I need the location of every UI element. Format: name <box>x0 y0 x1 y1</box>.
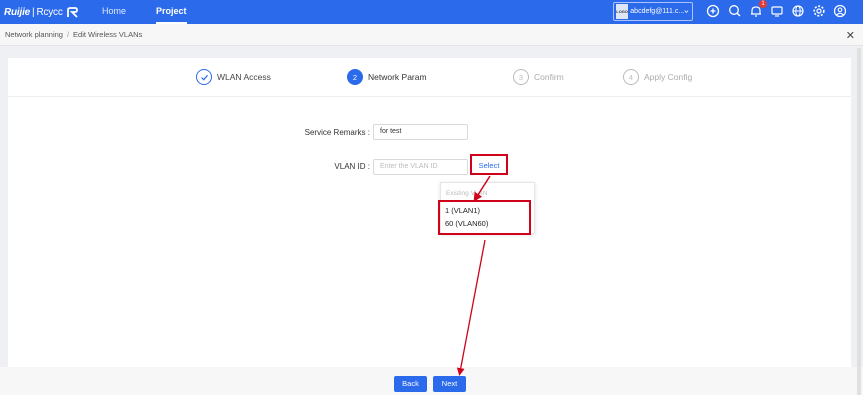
step-number: 2 <box>347 69 363 85</box>
dropdown-header: Existing VLAN <box>446 190 488 197</box>
nav-project[interactable]: Project <box>156 0 187 24</box>
logo-product: Rcycc <box>36 6 63 18</box>
step-label: Apply Config <box>644 72 693 82</box>
step-label: Confirm <box>534 72 564 82</box>
step-check-icon <box>196 69 212 85</box>
notification-badge: 1 <box>759 0 767 8</box>
scrollbar[interactable] <box>857 48 861 395</box>
step-network-param: 2 Network Param <box>347 68 427 86</box>
options-highlight-box <box>438 200 531 235</box>
vlan-id-input[interactable]: Enter the VLAN ID <box>373 159 468 175</box>
breadcrumb-current: Edit Wireless VLANs <box>73 30 143 39</box>
step-apply-config: 4 Apply Config <box>623 68 692 86</box>
steps-divider <box>8 96 851 97</box>
message-icon[interactable] <box>770 4 784 18</box>
vlan-id-label: VLAN ID : <box>334 162 370 171</box>
service-remarks-input[interactable]: for test <box>373 124 468 140</box>
chevron-down-icon <box>684 10 689 14</box>
breadcrumb-separator: / <box>66 30 70 39</box>
next-button[interactable]: Next <box>433 376 466 392</box>
nav-home[interactable]: Home <box>102 0 126 24</box>
search-icon[interactable] <box>728 4 742 18</box>
logo-separator: | <box>32 6 35 18</box>
account-switcher[interactable]: LOGO abcdefg@111.c... <box>613 2 693 21</box>
close-icon[interactable]: ✕ <box>846 29 855 42</box>
main-panel <box>8 58 851 367</box>
globe-icon[interactable] <box>791 4 805 18</box>
step-confirm: 3 Confirm <box>513 68 564 86</box>
step-label: Network Param <box>368 72 427 82</box>
back-button[interactable]: Back <box>394 376 427 392</box>
logo-mark-icon <box>66 6 78 18</box>
step-wlan-access: WLAN Access <box>196 68 271 86</box>
breadcrumb-root[interactable]: Network planning <box>5 30 63 39</box>
top-bar: Ruijie | Rcycc Home Project LOGO abcdefg… <box>0 0 863 24</box>
service-remarks-label: Service Remarks : <box>304 128 370 137</box>
account-email: abcdefg@111.c... <box>630 8 685 15</box>
footer-bar <box>0 367 863 395</box>
select-highlight-box <box>470 154 508 175</box>
user-icon[interactable] <box>833 4 847 18</box>
plus-circle-icon[interactable] <box>706 4 720 18</box>
breadcrumb: Network planning / Edit Wireless VLANs <box>0 24 863 46</box>
step-number: 3 <box>513 69 529 85</box>
step-label: WLAN Access <box>217 72 271 82</box>
step-number: 4 <box>623 69 639 85</box>
brand-logo[interactable]: Ruijie | Rcycc <box>4 3 79 21</box>
gear-icon[interactable] <box>812 4 826 18</box>
account-logo-badge: LOGO <box>616 4 629 19</box>
logo-brand: Ruijie <box>4 6 31 18</box>
